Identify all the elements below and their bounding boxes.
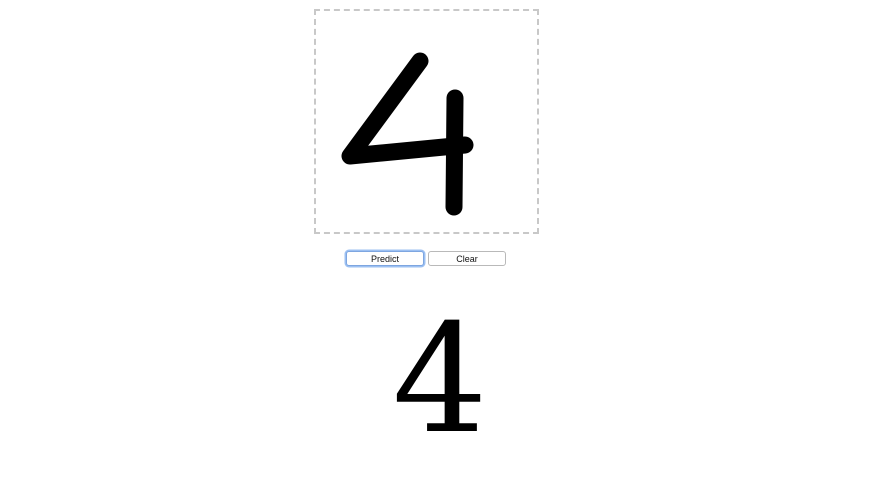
clear-button[interactable]: Clear: [428, 251, 506, 266]
handwritten-digit-drawing: [341, 52, 474, 216]
predict-button[interactable]: Predict: [346, 251, 424, 266]
predicted-digit: 4: [392, 293, 488, 467]
action-buttons: Predict Clear: [346, 251, 506, 266]
drawing-canvas[interactable]: [314, 9, 539, 234]
